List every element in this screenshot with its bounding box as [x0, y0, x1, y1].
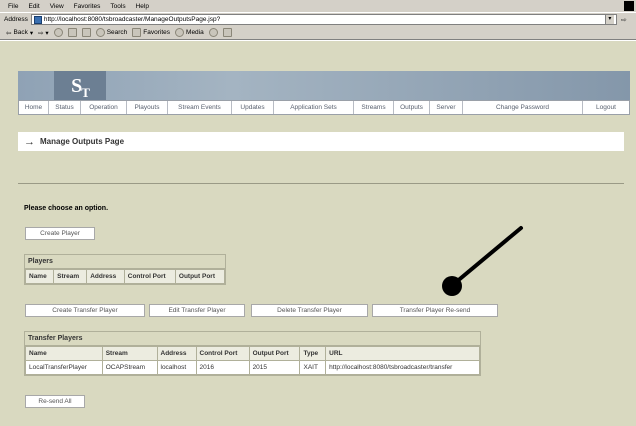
tcol-control-port: Control Port [195, 346, 250, 361]
nav-streams[interactable]: Streams [354, 101, 394, 114]
nav-updates[interactable]: Updates [232, 101, 274, 114]
col-control-port: Control Port [123, 269, 176, 284]
arrow-right-icon: → [24, 135, 35, 148]
nav-application-sets[interactable]: Application Sets [274, 101, 354, 114]
page-title-box: → Manage Outputs Page [18, 132, 624, 151]
browser-menubar: File Edit View Favorites Tools Help [0, 0, 636, 12]
divider [18, 183, 624, 184]
nav-home[interactable]: Home [19, 101, 49, 114]
forward-button[interactable]: ⇨ ▾ [38, 29, 49, 37]
menu-file[interactable]: File [8, 3, 18, 10]
transfer-player-resend-button[interactable]: Transfer Player Re-send [372, 304, 498, 317]
nav-stream-events[interactable]: Stream Events [168, 101, 232, 114]
stop-icon[interactable] [53, 28, 63, 37]
delete-transfer-player-button[interactable]: Delete Transfer Player [251, 304, 368, 317]
transfer-players-title: Transfer Players [25, 332, 480, 346]
cell-name: LocalTransferPlayer [25, 360, 103, 375]
media-icon [175, 28, 185, 37]
table-row[interactable]: LocalTransferPlayer OCAPStream localhost… [25, 360, 480, 375]
nav-status[interactable]: Status [49, 101, 81, 114]
menu-edit[interactable]: Edit [28, 3, 39, 10]
main-nav: Home Status Operation Playouts Stream Ev… [18, 100, 630, 115]
search-button[interactable]: Search [95, 28, 127, 37]
windows-logo-icon [624, 1, 634, 11]
tcol-url: URL [325, 346, 480, 361]
browser-toolbar: ⇦ Back ▾ ⇨ ▾ Search Favorites Media [0, 26, 636, 40]
col-stream: Stream [53, 269, 88, 284]
history-icon[interactable] [208, 28, 218, 37]
url-text: http://localhost:8080/tsbroadcaster/Mana… [43, 16, 221, 23]
page-icon [33, 16, 42, 24]
players-table: Name Stream Address Control Port Output … [24, 269, 226, 284]
nav-operation[interactable]: Operation [81, 101, 127, 114]
media-button[interactable]: Media [175, 28, 204, 37]
transfer-players-table: Name Stream Address Control Port Output … [25, 346, 480, 375]
players-header-row: Name Stream Address Control Port Output … [24, 269, 226, 284]
cell-url: http://localhost:8080/tsbroadcaster/tran… [325, 360, 480, 375]
back-button[interactable]: ⇦ Back ▾ [6, 29, 33, 37]
nav-logout[interactable]: Logout [583, 101, 629, 114]
cell-stream: OCAPStream [101, 360, 158, 375]
cell-control-port: 2016 [195, 360, 250, 375]
transfer-header-row: Name Stream Address Control Port Output … [25, 346, 480, 361]
favorites-icon [132, 28, 142, 37]
cell-address: localhost [156, 360, 197, 375]
choose-prompt: Please choose an option. [24, 205, 109, 212]
col-output-port: Output Port [174, 269, 226, 284]
go-icon[interactable]: ⇨ [621, 16, 627, 24]
search-icon [95, 28, 105, 37]
url-field[interactable]: http://localhost:8080/tsbroadcaster/Mana… [30, 14, 617, 25]
cell-type: XAIT [299, 360, 327, 375]
tcol-stream: Stream [101, 346, 158, 361]
menu-view[interactable]: View [50, 3, 64, 10]
col-name: Name [24, 269, 55, 284]
refresh-icon[interactable] [67, 28, 77, 37]
edit-transfer-player-button[interactable]: Edit Transfer Player [149, 304, 245, 317]
chevron-down-icon[interactable]: ▾ [604, 15, 614, 24]
mail-icon[interactable] [222, 28, 232, 37]
create-transfer-player-button[interactable]: Create Transfer Player [25, 304, 145, 317]
menu-tools[interactable]: Tools [110, 3, 125, 10]
page-title: Manage Outputs Page [40, 137, 125, 146]
col-address: Address [86, 269, 125, 284]
resend-all-button[interactable]: Re-send All [25, 395, 85, 408]
address-label: Address [4, 16, 28, 23]
cell-output-port: 2015 [248, 360, 301, 375]
nav-change-password[interactable]: Change Password [463, 101, 583, 114]
players-group: Players Name Stream Address Control Port… [24, 254, 226, 285]
nav-outputs[interactable]: Outputs [394, 101, 430, 114]
tcol-type: Type [299, 346, 327, 361]
transfer-players-group: Transfer Players Name Stream Address Con… [24, 331, 481, 376]
address-bar: Address http://localhost:8080/tsbroadcas… [0, 12, 636, 26]
menu-help[interactable]: Help [136, 3, 149, 10]
menu-favorites[interactable]: Favorites [74, 3, 101, 10]
tcol-address: Address [156, 346, 197, 361]
page-content: ST Home Status Operation Playouts Stream… [0, 41, 636, 426]
nav-playouts[interactable]: Playouts [127, 101, 168, 114]
favorites-button[interactable]: Favorites [132, 28, 170, 37]
home-icon[interactable] [81, 28, 91, 37]
tcol-output-port: Output Port [248, 346, 301, 361]
tcol-name: Name [25, 346, 103, 361]
create-player-button[interactable]: Create Player [25, 227, 95, 240]
nav-server[interactable]: Server [430, 101, 463, 114]
players-title: Players [25, 255, 225, 269]
